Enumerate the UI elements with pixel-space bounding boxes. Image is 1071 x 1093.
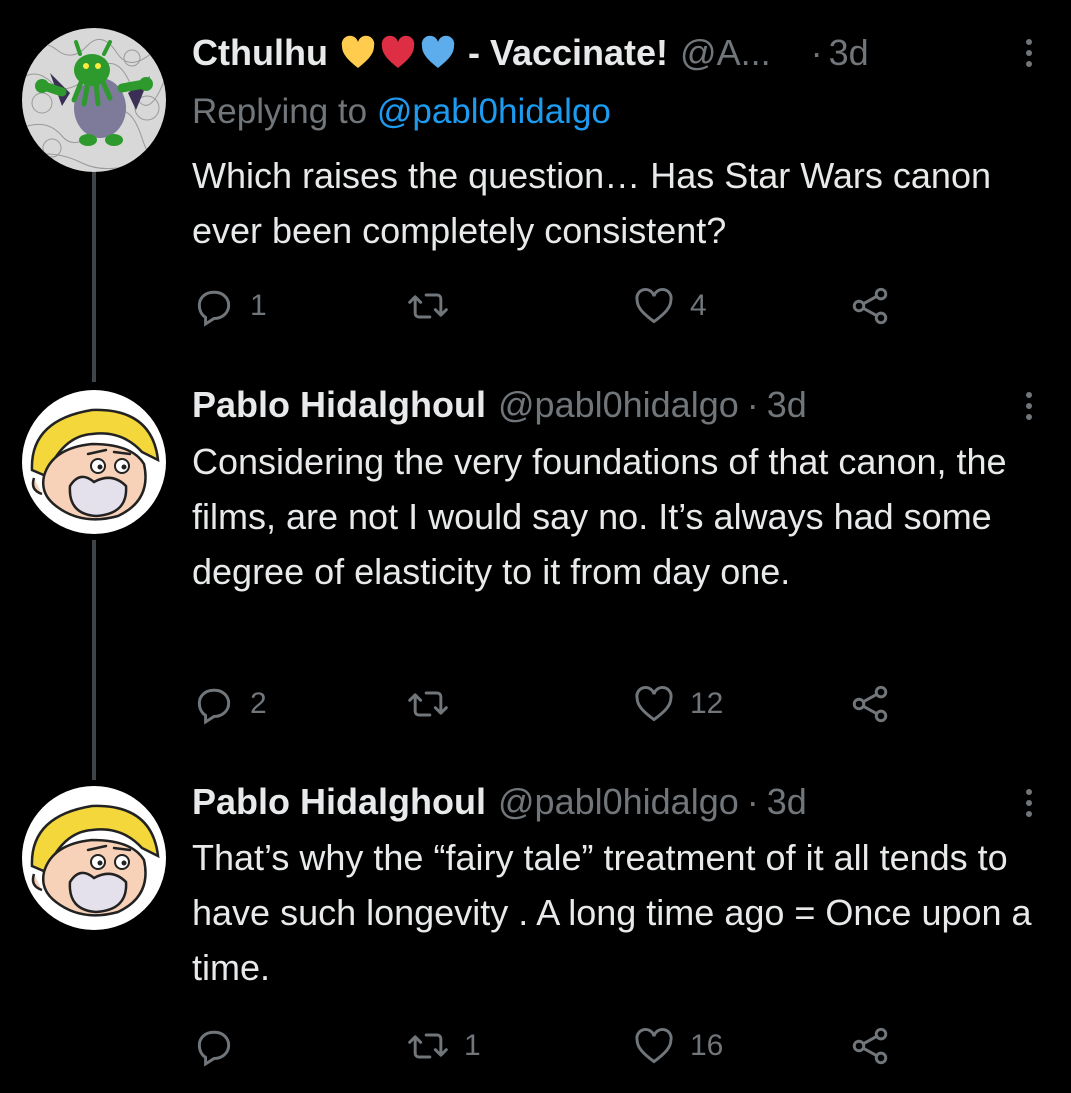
like-count: 12 <box>690 687 724 720</box>
like-button[interactable]: 12 <box>632 674 723 734</box>
like-icon <box>635 1027 673 1064</box>
reply-count: 2 <box>250 687 267 720</box>
retweet-icon <box>408 1033 448 1059</box>
pablo-avatar-image <box>22 786 166 930</box>
thread-connector-2 <box>92 540 96 780</box>
reply-icon <box>197 1030 231 1067</box>
separator-dot: · <box>746 384 759 425</box>
handle[interactable]: @pabl0hidalgo <box>498 380 739 430</box>
avatar[interactable] <box>22 786 166 930</box>
tweet-text: Which raises the question… Has Star Wars… <box>192 155 991 251</box>
retweet-button[interactable] <box>406 276 464 336</box>
retweet-count: 1 <box>464 1029 481 1062</box>
replying-to: Replying to @pabl0hidalgo <box>192 88 611 136</box>
retweet-icon <box>408 691 448 717</box>
share-icon <box>852 287 888 325</box>
reply-button[interactable] <box>192 1016 250 1076</box>
avatar[interactable] <box>22 28 166 172</box>
avatar[interactable] <box>22 390 166 534</box>
reply-count: 1 <box>250 289 267 322</box>
more-icon[interactable] <box>1017 33 1041 73</box>
cthulhu-avatar-image <box>22 28 166 172</box>
timestamp[interactable]: 3d <box>767 777 807 827</box>
share-icon <box>852 1027 888 1065</box>
timestamp[interactable]: 3d <box>829 28 869 78</box>
like-button[interactable]: 16 <box>632 1016 723 1076</box>
retweet-icon <box>408 293 448 319</box>
more-icon[interactable] <box>1017 783 1041 823</box>
tweet-text: Considering the very foundations of that… <box>192 441 1007 592</box>
tweet-actions: 2 12 <box>192 674 912 734</box>
handle[interactable]: @pabl0hidalgo <box>498 777 739 827</box>
retweet-button[interactable] <box>406 674 464 734</box>
share-button[interactable] <box>848 674 892 734</box>
reply-icon <box>197 688 231 725</box>
display-name-suffix: - Vaccinate! <box>467 32 669 73</box>
reply-button[interactable]: 2 <box>192 674 267 734</box>
timestamp[interactable]: 3d <box>767 380 807 430</box>
separator-dot: · <box>746 781 759 822</box>
more-icon[interactable] <box>1017 386 1041 426</box>
tweet-header: Pablo Hidalghoul @pabl0hidalgo · 3d <box>192 777 1027 827</box>
separator-dot: · <box>810 32 823 73</box>
like-button[interactable]: 4 <box>632 276 707 336</box>
reply-icon <box>197 290 231 327</box>
emoji-group <box>340 35 460 71</box>
thread-connector-1 <box>92 170 96 382</box>
display-name[interactable]: Cthulhu <box>192 28 328 78</box>
yellow-heart-icon <box>341 35 375 68</box>
like-count: 4 <box>690 289 707 322</box>
retweet-button[interactable]: 1 <box>406 1016 481 1076</box>
red-heart-icon <box>381 35 415 68</box>
like-icon <box>635 685 673 722</box>
replying-prefix: Replying to <box>192 92 368 131</box>
blue-heart-icon <box>421 35 455 68</box>
tweet-text: That’s why the “fairy tale” treatment of… <box>192 837 1032 988</box>
like-icon <box>635 287 673 324</box>
handle[interactable]: @A... <box>680 28 771 78</box>
share-button[interactable] <box>848 1016 892 1076</box>
tweet-header: Cthulhu - Vaccinate! @A... · 3d <box>192 28 1027 78</box>
display-name[interactable]: Pablo Hidalghoul <box>192 777 486 827</box>
reply-button[interactable]: 1 <box>192 276 267 336</box>
pablo-avatar-image <box>22 390 166 534</box>
replying-to-link[interactable]: @pabl0hidalgo <box>377 92 611 131</box>
like-count: 16 <box>690 1029 724 1062</box>
tweet-actions: 1 16 <box>192 1016 912 1076</box>
tweet-header: Pablo Hidalghoul @pabl0hidalgo · 3d <box>192 380 1027 430</box>
display-name[interactable]: Pablo Hidalghoul <box>192 380 486 430</box>
share-icon <box>852 685 888 723</box>
tweet-actions: 1 4 <box>192 276 912 336</box>
share-button[interactable] <box>848 276 892 336</box>
